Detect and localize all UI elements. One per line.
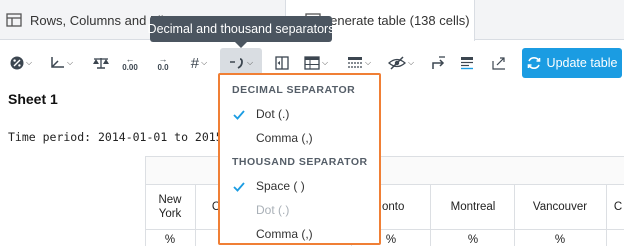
unit-cell: % [385,234,397,246]
column-divider [430,185,431,246]
chevron-down-icon: ⌵ [66,58,74,67]
column-header: New York [158,194,182,220]
chevron-down-icon: ⌵ [25,58,33,67]
tooltip-arrow [235,42,247,48]
align-icon [461,57,473,70]
chevron-down-icon: ⌵ [246,58,254,67]
chevron-down-icon: ⌵ [201,58,208,67]
column-header: Vancouver [532,201,588,213]
percent-icon [10,56,24,70]
table-header-icon [347,57,362,68]
column-width-icon [275,56,289,70]
column-divider [514,185,515,246]
separators-dropdown: DECIMAL SEPARATOR Dot (.) Comma (,) THOU… [218,73,381,245]
column-header: C [613,201,623,213]
refresh-icon [527,56,541,70]
chevron-down-icon: ⌵ [364,58,372,67]
thousand-separator-header: THOUSAND SEPARATOR [232,156,368,168]
decrease-decimals-button[interactable]: → 0.0 [150,48,176,78]
sort-button[interactable] [427,48,449,78]
increase-decimals-button[interactable]: ← 0.00 [117,48,143,78]
balance-scale-icon [93,58,109,69]
app-root: Rows, Columns and Filt Generate table (1… [0,0,624,246]
column-header: Montreal [450,201,496,213]
axis-icon [51,57,64,68]
table-grid-icon [304,56,320,70]
tooltip: Decimal and thousand separators [148,16,334,42]
check-icon [233,182,245,192]
update-table-label: Update table [546,56,618,70]
decimal-option-comma[interactable]: Comma (,) [256,131,313,145]
visibility-button[interactable]: ⌵ [385,48,417,78]
data-table: New York C onto Montreal Vancouver C % %… [145,156,624,246]
axis-button[interactable]: ⌵ [46,48,76,78]
check-icon [233,110,245,120]
column-divider [195,185,196,246]
sort-icon [432,56,445,69]
number-format-button[interactable]: # ⌵ [185,48,213,78]
chevron-down-icon: ⌵ [407,58,415,67]
decrease-decimals-label: 0.0 [157,62,169,72]
export-button[interactable] [488,48,510,78]
table-settings-icon [6,12,22,28]
percent-format-button[interactable]: ⌵ [6,48,36,78]
balance-button[interactable] [88,48,114,78]
unit-cell: % [164,234,176,246]
thousand-option-space[interactable]: Space ( ) [256,179,305,193]
column-divider [606,185,607,246]
thousand-option-comma[interactable]: Comma (,) [256,227,313,241]
tab-label: Generate table (138 cells) [320,13,470,28]
decimal-option-dot[interactable]: Dot (.) [256,107,289,121]
separator-icon [229,58,243,69]
increase-decimals-label: 0.00 [122,62,138,72]
unit-cell: % [554,234,566,246]
decimal-separator-header: DECIMAL SEPARATOR [232,84,356,96]
eye-off-icon [387,56,406,70]
update-table-button[interactable]: Update table [522,48,622,78]
align-button[interactable] [456,48,478,78]
column-header: onto [382,201,405,213]
export-icon [492,57,505,70]
chevron-down-icon: ⌵ [321,58,329,67]
unit-cell: % [467,234,479,246]
hash-icon: # [190,54,200,72]
thousand-option-dot: Dot (.) [256,203,290,217]
sheet-title: Sheet 1 [8,91,58,107]
